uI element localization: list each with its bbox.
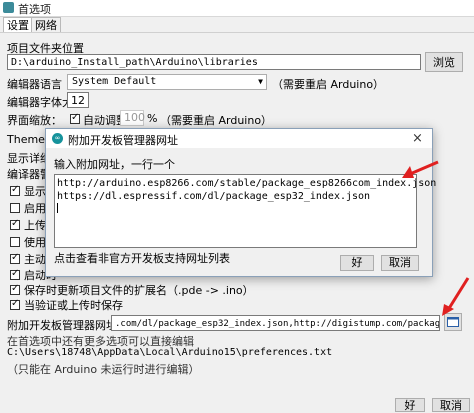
board-urls-dialog: ∞ 附加开发板管理器网址 × 输入附加网址，一行一个 http://arduin… — [45, 128, 436, 277]
scale-restart-note: （需要重启 Arduino） — [160, 114, 273, 127]
scale-unit: % — [147, 112, 158, 125]
checkbox-line-numbers[interactable] — [10, 184, 20, 196]
footer-ok-button[interactable]: 好 — [395, 398, 425, 412]
font-size-input[interactable]: 12 — [67, 92, 89, 108]
prefs-edit-note: （只能在 Arduino 未运行时进行编辑） — [7, 363, 200, 376]
dialog-close-icon[interactable]: × — [412, 131, 423, 146]
tab-divider — [0, 32, 474, 33]
url-line: http://arduino.esp8266.com/stable/packag… — [57, 178, 437, 189]
dialog-cancel-button[interactable]: 取消 — [381, 255, 419, 271]
checkbox-verify-after-upload[interactable] — [10, 218, 20, 230]
checkbox-label: 当验证或上传时保存 — [24, 299, 123, 312]
checkbox-check-updates[interactable] — [10, 268, 20, 280]
arduino-icon: ∞ — [52, 133, 63, 144]
prefs-path[interactable]: C:\Users\18748\AppData\Local\Arduino15\p… — [7, 347, 332, 358]
url-line: https://dl.espressif.com/dl/package_esp3… — [57, 191, 371, 202]
board-urls-input[interactable]: .com/dl/package_esp32_index.json,http://… — [111, 315, 440, 331]
window-icon — [447, 317, 459, 327]
chevron-down-icon: ▼ — [258, 77, 263, 86]
language-label: 编辑器语言 — [7, 78, 62, 91]
footer-cancel-button[interactable]: 取消 — [432, 398, 470, 412]
board-urls-label: 附加开发板管理器网址: — [7, 319, 121, 332]
dialog-prompt: 输入附加网址，一行一个 — [54, 158, 175, 171]
red-arrow-annotation — [402, 160, 439, 178]
text-caret — [57, 203, 58, 213]
checkbox-code-folding[interactable] — [10, 203, 20, 213]
theme-label: Theme: — [7, 133, 49, 146]
tab-network[interactable]: 网络 — [31, 17, 61, 33]
scale-label: 界面缩放： — [7, 114, 62, 127]
checkbox-save-on-verify[interactable] — [10, 298, 20, 310]
window-title: 首选项 — [18, 3, 51, 16]
dialog-title: 附加开发板管理器网址 — [68, 134, 178, 147]
language-value: System Default — [72, 76, 157, 87]
dialog-title-bar: ∞ 附加开发板管理器网址 — [46, 129, 432, 148]
checkbox-update-extension[interactable] — [10, 283, 20, 295]
dialog-ok-button[interactable]: 好 — [340, 255, 374, 271]
tab-settings[interactable]: 设置 — [3, 17, 33, 33]
dialog-url-textarea[interactable]: http://arduino.esp8266.com/stable/packag… — [54, 174, 436, 248]
browse-button[interactable]: 浏览 — [425, 52, 463, 72]
checkbox-external-editor[interactable] — [10, 237, 20, 247]
unofficial-boards-link[interactable]: 点击查看非官方开发板支持网址列表 — [54, 250, 230, 266]
auto-scale-checkbox[interactable] — [70, 112, 80, 124]
language-restart-note: （需要重启 Arduino） — [272, 78, 385, 91]
window-title-bar: 首选项 — [0, 0, 474, 17]
sketchbook-path-input[interactable]: D:\arduino_Install_path\Arduino\librarie… — [7, 54, 421, 70]
checkbox-aggressive-cache[interactable] — [10, 252, 20, 264]
language-select[interactable]: System Default ▼ — [67, 74, 267, 90]
scale-spinner[interactable]: 100 — [120, 110, 145, 126]
app-icon — [3, 2, 14, 13]
checkbox-label: 保存时更新项目文件的扩展名（.pde -> .ino） — [24, 284, 254, 297]
red-arrow-annotation — [442, 277, 470, 316]
